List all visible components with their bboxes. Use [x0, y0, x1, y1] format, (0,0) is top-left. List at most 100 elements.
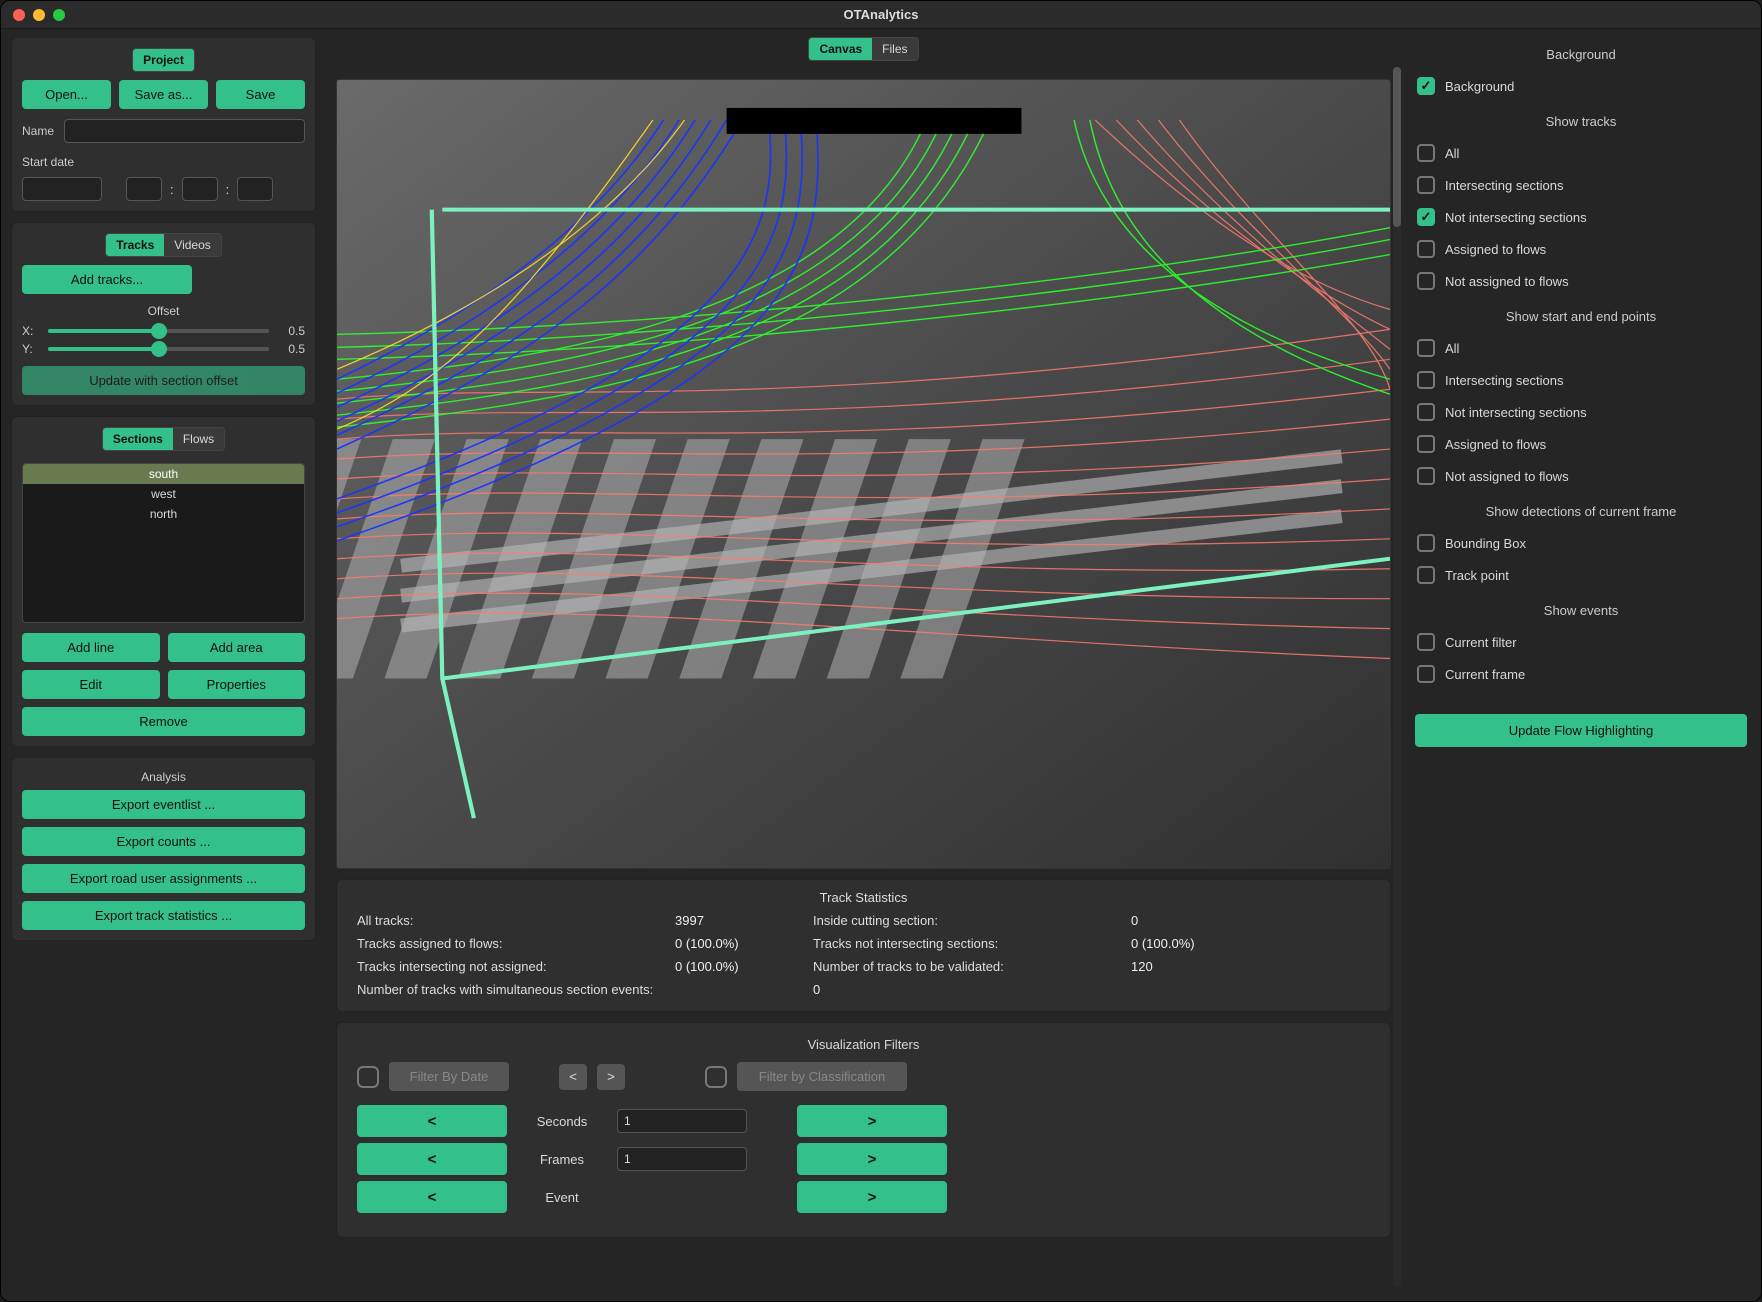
filter-by-date-checkbox[interactable]: [357, 1066, 379, 1088]
checkbox-label: Current filter: [1445, 635, 1517, 650]
remove-button[interactable]: Remove: [22, 707, 305, 736]
track-statistics-panel: Track Statistics All tracks: 3997 Inside…: [336, 879, 1391, 1012]
points-not-intersecting-checkbox[interactable]: Not intersecting sections: [1415, 398, 1747, 426]
visualization-filters-panel: Visualization Filters Filter By Date < >…: [336, 1022, 1391, 1238]
offset-x-label: X:: [22, 324, 40, 338]
tracks-intersecting-checkbox[interactable]: Intersecting sections: [1415, 171, 1747, 199]
bounding-box-checkbox[interactable]: Bounding Box: [1415, 529, 1747, 557]
date-next-button[interactable]: >: [597, 1064, 625, 1090]
stat-label: Tracks not intersecting sections:: [813, 936, 1113, 951]
list-item[interactable]: north: [23, 504, 304, 524]
open-button[interactable]: Open...: [22, 80, 111, 109]
tab-tracks[interactable]: Tracks: [106, 234, 164, 256]
stat-value: 0: [1131, 913, 1251, 928]
background-checkbox[interactable]: Background: [1415, 72, 1747, 100]
event-next-button[interactable]: >: [797, 1181, 947, 1213]
checkbox-label: Background: [1445, 79, 1514, 94]
properties-button[interactable]: Properties: [168, 670, 306, 699]
stat-label: Number of tracks with simultaneous secti…: [357, 982, 795, 997]
sections-list[interactable]: south west north: [22, 463, 305, 623]
frames-input[interactable]: [617, 1147, 747, 1171]
update-offset-button[interactable]: Update with section offset: [22, 366, 305, 395]
list-item[interactable]: west: [23, 484, 304, 504]
update-flow-highlighting-button[interactable]: Update Flow Highlighting: [1415, 714, 1747, 747]
checkbox-label: Intersecting sections: [1445, 373, 1564, 388]
event-prev-button[interactable]: <: [357, 1181, 507, 1213]
offset-x-slider[interactable]: [48, 329, 269, 333]
points-not-assigned-checkbox[interactable]: Not assigned to flows: [1415, 462, 1747, 490]
checkbox-label: Not assigned to flows: [1445, 274, 1569, 289]
checkbox-label: Bounding Box: [1445, 536, 1526, 551]
tracks-not-assigned-checkbox[interactable]: Not assigned to flows: [1415, 267, 1747, 295]
save-button[interactable]: Save: [216, 80, 305, 109]
checkbox-icon: [1417, 208, 1435, 226]
list-item[interactable]: south: [23, 464, 304, 484]
tracks-assigned-checkbox[interactable]: Assigned to flows: [1415, 235, 1747, 263]
points-intersecting-checkbox[interactable]: Intersecting sections: [1415, 366, 1747, 394]
tab-project[interactable]: Project: [133, 49, 194, 71]
tracks-not-intersecting-checkbox[interactable]: Not intersecting sections: [1415, 203, 1747, 231]
points-assigned-checkbox[interactable]: Assigned to flows: [1415, 430, 1747, 458]
tab-sections[interactable]: Sections: [103, 428, 173, 450]
points-all-checkbox[interactable]: All: [1415, 334, 1747, 362]
export-assignments-button[interactable]: Export road user assignments ...: [22, 864, 305, 893]
checkbox-icon: [1417, 534, 1435, 552]
frames-next-button[interactable]: >: [797, 1143, 947, 1175]
stat-value: 120: [1131, 959, 1251, 974]
export-counts-button[interactable]: Export counts ...: [22, 827, 305, 856]
second-input[interactable]: [237, 177, 273, 201]
seconds-input[interactable]: [617, 1109, 747, 1133]
add-line-button[interactable]: Add line: [22, 633, 160, 662]
checkbox-icon: [1417, 566, 1435, 584]
offset-y-label: Y:: [22, 342, 40, 356]
frames-prev-button[interactable]: <: [357, 1143, 507, 1175]
checkbox-label: Intersecting sections: [1445, 178, 1564, 193]
seconds-next-button[interactable]: >: [797, 1105, 947, 1137]
add-area-button[interactable]: Add area: [168, 633, 306, 662]
tab-files[interactable]: Files: [872, 38, 917, 60]
center-scrollbar[interactable]: [1393, 67, 1401, 1287]
seconds-prev-button[interactable]: <: [357, 1105, 507, 1137]
filter-by-date-button[interactable]: Filter By Date: [389, 1062, 509, 1091]
date-input[interactable]: [22, 177, 102, 201]
checkbox-icon: [1417, 144, 1435, 162]
export-eventlist-button[interactable]: Export eventlist ...: [22, 790, 305, 819]
stat-label: Number of tracks to be validated:: [813, 959, 1113, 974]
hour-input[interactable]: [126, 177, 162, 201]
stats-heading: Track Statistics: [357, 890, 1370, 905]
export-track-statistics-button[interactable]: Export track statistics ...: [22, 901, 305, 930]
stat-value: 3997: [675, 913, 795, 928]
checkbox-label: Not assigned to flows: [1445, 469, 1569, 484]
add-tracks-button[interactable]: Add tracks...: [22, 265, 192, 294]
checkbox-icon: [1417, 339, 1435, 357]
current-frame-checkbox[interactable]: Current frame: [1415, 660, 1747, 688]
tab-videos[interactable]: Videos: [164, 234, 220, 256]
canvas-viewport[interactable]: [336, 79, 1391, 869]
checkbox-label: Not intersecting sections: [1445, 405, 1587, 420]
date-prev-button[interactable]: <: [559, 1064, 587, 1090]
offset-y-slider[interactable]: [48, 347, 269, 351]
current-filter-checkbox[interactable]: Current filter: [1415, 628, 1747, 656]
tab-flows[interactable]: Flows: [173, 428, 224, 450]
checkbox-icon: [1417, 403, 1435, 421]
window-title: OTAnalytics: [1, 7, 1761, 22]
filter-by-classification-checkbox[interactable]: [705, 1066, 727, 1088]
stat-value: 0 (100.0%): [675, 936, 795, 951]
checkbox-icon: [1417, 371, 1435, 389]
stat-label: Tracks assigned to flows:: [357, 936, 657, 951]
save-as-button[interactable]: Save as...: [119, 80, 208, 109]
minute-input[interactable]: [182, 177, 218, 201]
checkbox-label: All: [1445, 146, 1459, 161]
track-point-checkbox[interactable]: Track point: [1415, 561, 1747, 589]
offset-x-value: 0.5: [277, 324, 305, 338]
filter-by-classification-button[interactable]: Filter by Classification: [737, 1062, 907, 1091]
edit-button[interactable]: Edit: [22, 670, 160, 699]
offset-y-value: 0.5: [277, 342, 305, 356]
checkbox-icon: [1417, 467, 1435, 485]
event-label: Event: [517, 1190, 607, 1205]
analysis-heading: Analysis: [22, 770, 305, 784]
tracks-all-checkbox[interactable]: All: [1415, 139, 1747, 167]
name-input[interactable]: [64, 119, 305, 143]
right-options-panel: Background Background Show tracks All In…: [1401, 29, 1761, 1301]
tab-canvas[interactable]: Canvas: [809, 38, 872, 60]
